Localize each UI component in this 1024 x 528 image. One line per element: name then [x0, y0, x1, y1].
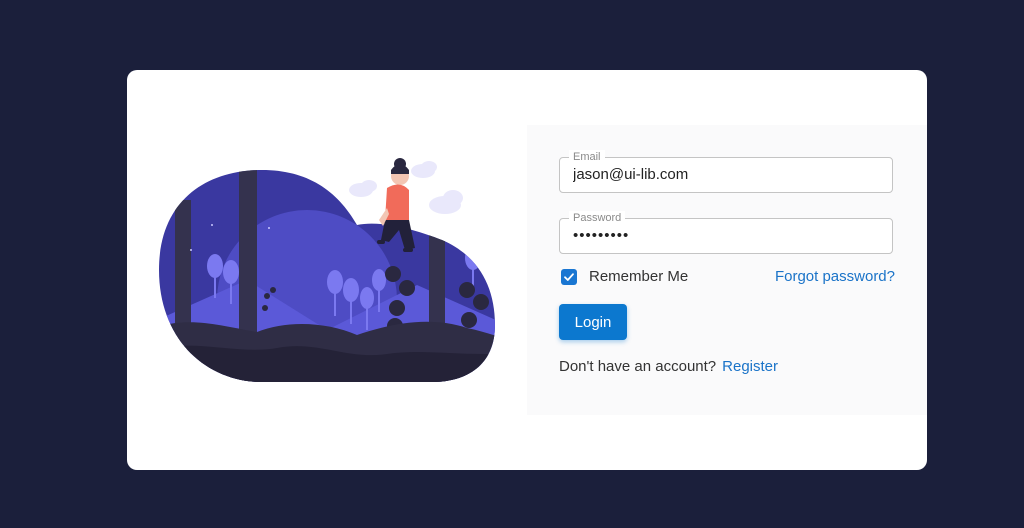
- login-form: Email Password Remember Me Forgot passwo…: [527, 125, 927, 415]
- remember-me-checkbox[interactable]: [561, 269, 577, 285]
- forgot-password-link[interactable]: Forgot password?: [775, 268, 895, 286]
- register-link[interactable]: Register: [722, 358, 778, 375]
- login-button[interactable]: Login: [559, 304, 627, 340]
- checkmark-icon: [564, 273, 574, 281]
- register-row: Don't have an account? Register: [559, 358, 778, 376]
- forest-illustration: [127, 70, 527, 470]
- no-account-text: Don't have an account?: [559, 358, 717, 375]
- password-input[interactable]: [573, 219, 873, 253]
- email-field[interactable]: Email: [559, 150, 893, 193]
- login-card: Email Password Remember Me Forgot passwo…: [127, 70, 927, 470]
- remember-me-label: Remember Me: [589, 268, 689, 285]
- password-field[interactable]: Password: [559, 211, 893, 254]
- remember-me-row[interactable]: Remember Me: [561, 268, 688, 286]
- email-input[interactable]: [573, 158, 873, 192]
- illustration-graphic: [159, 158, 495, 382]
